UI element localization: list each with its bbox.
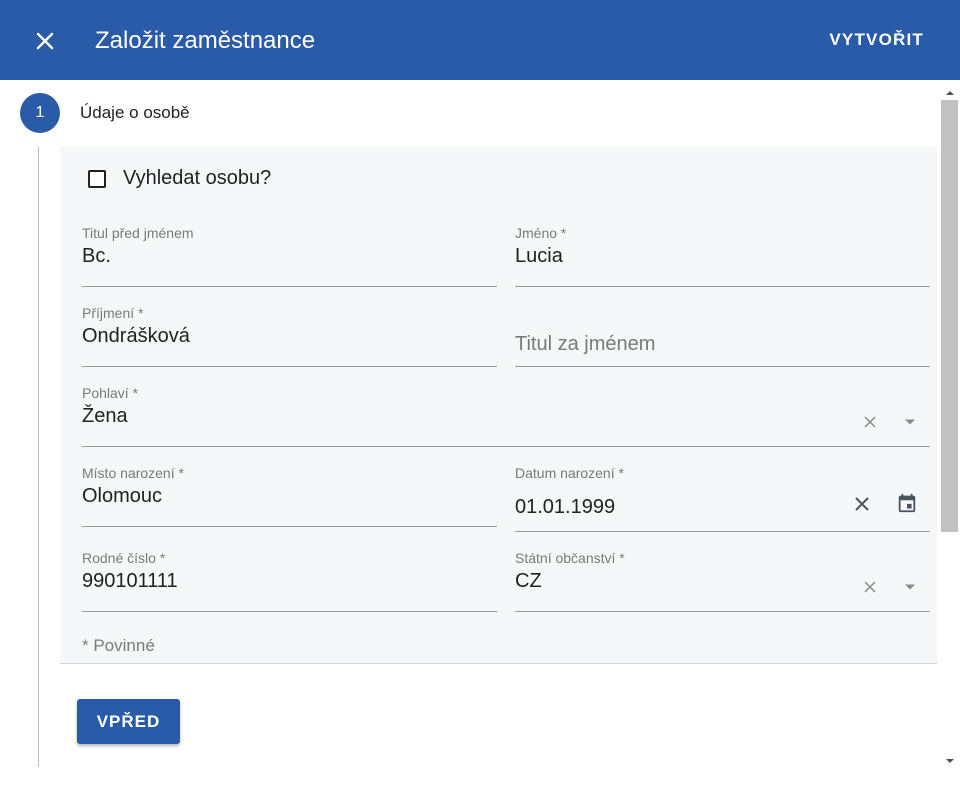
gender-chevron-down-icon[interactable] bbox=[900, 412, 920, 432]
birth-date-input[interactable]: 01.01.1999 bbox=[515, 496, 615, 519]
title-after-input[interactable]: Titul za jménem bbox=[515, 333, 655, 356]
step-connector-line bbox=[38, 147, 39, 767]
birth-number-label: Rodné číslo * bbox=[82, 550, 166, 566]
field-underline bbox=[82, 611, 497, 612]
search-person-checkbox[interactable]: Vyhledat osobu? bbox=[88, 167, 271, 190]
first-name-label: Jméno * bbox=[515, 225, 567, 241]
last-name-input[interactable]: Ondrášková bbox=[82, 325, 190, 348]
scroll-down-icon[interactable] bbox=[943, 754, 957, 766]
scroll-up-icon[interactable] bbox=[943, 86, 957, 98]
create-button[interactable]: VYTVOŘIT bbox=[829, 30, 924, 50]
field-underline bbox=[515, 531, 930, 532]
app-bar: Založit zaměstnance VYTVOŘIT bbox=[0, 0, 960, 80]
gender-label: Pohlaví * bbox=[82, 385, 139, 401]
field-underline bbox=[82, 366, 497, 367]
birth-place-input[interactable]: Olomouc bbox=[82, 485, 162, 508]
citizenship-label: Státní občanství * bbox=[515, 550, 625, 566]
field-underline bbox=[515, 366, 930, 367]
gender-select[interactable]: Pohlaví * Žena bbox=[82, 385, 930, 447]
first-name-input[interactable]: Lucia bbox=[515, 245, 563, 268]
citizenship-chevron-down-icon[interactable] bbox=[900, 577, 920, 597]
birth-number-field[interactable]: Rodné číslo * 990101111 bbox=[82, 550, 497, 612]
birth-date-clear-icon[interactable] bbox=[851, 493, 873, 515]
title-before-field[interactable]: Titul před jménem Bc. bbox=[82, 225, 497, 287]
citizenship-clear-icon[interactable] bbox=[860, 577, 880, 597]
field-underline bbox=[82, 446, 930, 447]
birth-place-field[interactable]: Místo narození * Olomouc bbox=[82, 465, 497, 527]
close-icon[interactable] bbox=[32, 28, 58, 54]
field-underline bbox=[82, 526, 497, 527]
required-note: * Povinné bbox=[82, 636, 155, 655]
calendar-icon[interactable] bbox=[895, 491, 919, 515]
next-button[interactable]: VPŘED bbox=[77, 699, 180, 744]
page-title: Založit zaměstnance bbox=[95, 27, 316, 54]
checkbox-icon[interactable] bbox=[88, 169, 106, 188]
birth-date-label: Datum narození * bbox=[515, 465, 624, 481]
title-before-input[interactable]: Bc. bbox=[82, 245, 111, 268]
step-label[interactable]: Údaje o osobě bbox=[80, 103, 190, 123]
gender-value[interactable]: Žena bbox=[82, 405, 128, 428]
search-person-label: Vyhledat osobu? bbox=[123, 167, 272, 189]
birth-place-label: Místo narození * bbox=[82, 465, 184, 481]
field-underline bbox=[82, 286, 497, 287]
citizenship-value[interactable]: CZ bbox=[515, 570, 542, 593]
birth-number-input[interactable]: 990101111 bbox=[82, 570, 178, 593]
gender-clear-icon[interactable] bbox=[860, 412, 880, 432]
step-number-badge: 1 bbox=[20, 93, 60, 133]
field-underline bbox=[515, 286, 930, 287]
first-name-field[interactable]: Jméno * Lucia bbox=[515, 225, 930, 287]
title-before-label: Titul před jménem bbox=[82, 225, 194, 241]
title-after-field[interactable]: Titul za jménem bbox=[515, 305, 930, 367]
last-name-field[interactable]: Příjmení * Ondrášková bbox=[82, 305, 497, 367]
field-underline bbox=[515, 611, 930, 612]
scrollbar-thumb[interactable] bbox=[941, 100, 958, 532]
last-name-label: Příjmení * bbox=[82, 305, 144, 321]
